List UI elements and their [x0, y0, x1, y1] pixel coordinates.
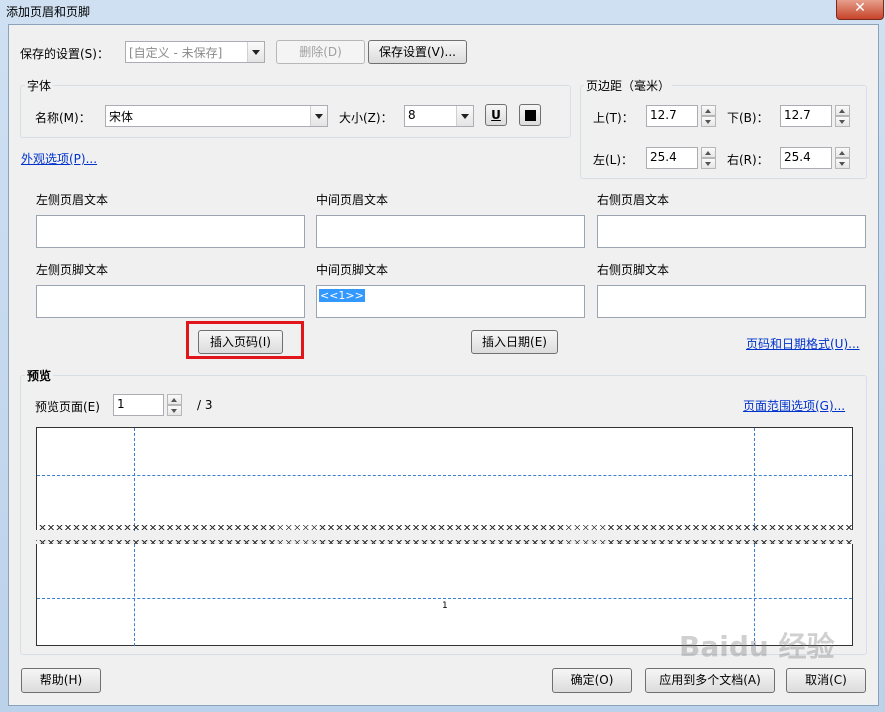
margin-bottom-label: 下(B)： [727, 111, 769, 125]
delete-button[interactable]: 删除(D) [276, 40, 365, 64]
saved-settings-label: 保存的设置(S)： [20, 47, 109, 61]
center-footer-label: 中间页脚文本 [316, 263, 389, 277]
preview-group-title: 预览 [25, 367, 54, 384]
chevron-down-icon [456, 106, 473, 126]
left-header-label: 左侧页眉文本 [36, 193, 109, 207]
right-margin-guide [754, 428, 755, 531]
font-size-label: 大小(Z)： [339, 111, 393, 125]
watermark: Baidu 经验 [679, 630, 835, 663]
center-footer-value: <<1>> [319, 289, 365, 302]
ok-button[interactable]: 确定(O) [552, 668, 632, 693]
page-date-format-link[interactable]: 页码和日期格式(U)... [746, 335, 860, 352]
dialog-window: 添加页眉和页脚 ✕ 保存的设置(S)： [自定义 - 未保存] 删除(D) 保存… [0, 0, 885, 712]
margin-left-input[interactable]: 25.4 [646, 147, 698, 169]
preview-page-total: / 3 [197, 398, 213, 412]
underline-button[interactable]: U [485, 104, 507, 126]
left-footer-label: 左侧页脚文本 [36, 263, 109, 277]
title-bar: 添加页眉和页脚 ✕ [0, 0, 885, 24]
font-color-button[interactable] [519, 104, 541, 126]
insert-page-number-button[interactable]: 插入页码(I) [198, 330, 283, 354]
chevron-down-icon [247, 42, 264, 62]
center-footer-input[interactable]: <<1>> [316, 285, 585, 318]
margin-left-label: 左(L)： [593, 153, 634, 167]
insert-date-button[interactable]: 插入日期(E) [471, 330, 558, 354]
footer-margin-guide [37, 598, 852, 599]
page-range-options-link[interactable]: 页面范围选项(G)... [743, 397, 845, 414]
center-header-label: 中间页眉文本 [316, 193, 389, 207]
preview-page-down[interactable] [167, 405, 182, 416]
left-margin-guide [134, 428, 135, 531]
preview-page-label: 预览页面(E) [35, 400, 100, 414]
right-footer-input[interactable] [597, 285, 866, 318]
font-name-select[interactable]: 宋体 [105, 105, 328, 127]
left-margin-guide [134, 544, 135, 646]
margin-right-input[interactable]: 25.4 [780, 147, 832, 169]
preview-header-page [36, 427, 853, 531]
appearance-options-link[interactable]: 外观选项(P)... [21, 150, 97, 167]
font-name-value: 宋体 [109, 110, 134, 124]
font-size-select[interactable]: 8 [404, 105, 474, 127]
margin-bottom-up[interactable] [835, 105, 850, 116]
margin-bottom-down[interactable] [835, 116, 850, 127]
margin-right-up[interactable] [835, 147, 850, 158]
footer-page-number: 1 [442, 601, 448, 611]
preview-page-input[interactable]: 1 [113, 394, 164, 416]
font-group-title: 字体 [25, 77, 54, 94]
left-header-input[interactable] [36, 215, 305, 248]
margin-left-down[interactable] [701, 158, 716, 169]
margin-bottom-input[interactable]: 12.7 [780, 105, 832, 127]
close-button[interactable]: ✕ [836, 0, 884, 20]
margin-top-label: 上(T)： [593, 111, 634, 125]
dialog-body: 保存的设置(S)： [自定义 - 未保存] 删除(D) 保存设置(V)... 字… [8, 24, 879, 706]
center-header-input[interactable] [316, 215, 585, 248]
close-icon: ✕ [854, 0, 866, 16]
margin-top-input[interactable]: 12.7 [646, 105, 698, 127]
preview-page-up[interactable] [167, 394, 182, 405]
margin-left-up[interactable] [701, 147, 716, 158]
help-button[interactable]: 帮助(H) [21, 668, 101, 693]
header-margin-guide [37, 475, 852, 476]
page-break-top [36, 525, 853, 530]
right-header-label: 右侧页眉文本 [597, 193, 670, 207]
cancel-button[interactable]: 取消(C) [786, 668, 866, 693]
margin-right-down[interactable] [835, 158, 850, 169]
font-name-label: 名称(M)： [35, 111, 91, 125]
saved-settings-value: [自定义 - 未保存] [129, 46, 223, 60]
margin-right-label: 右(R)： [727, 153, 769, 167]
margins-group-title: 页边距（毫米） [584, 77, 673, 94]
color-swatch-icon [525, 110, 536, 121]
window-title: 添加页眉和页脚 [6, 5, 91, 19]
saved-settings-select[interactable]: [自定义 - 未保存] [125, 41, 265, 63]
apply-multiple-button[interactable]: 应用到多个文档(A) [645, 668, 775, 693]
font-size-value: 8 [408, 108, 416, 122]
chevron-down-icon [310, 106, 327, 126]
right-footer-label: 右侧页脚文本 [597, 263, 670, 277]
margin-top-down[interactable] [701, 116, 716, 127]
margin-top-up[interactable] [701, 105, 716, 116]
left-footer-input[interactable] [36, 285, 305, 318]
underline-icon: U [491, 108, 501, 122]
save-settings-button[interactable]: 保存设置(V)... [368, 40, 467, 64]
right-header-input[interactable] [597, 215, 866, 248]
